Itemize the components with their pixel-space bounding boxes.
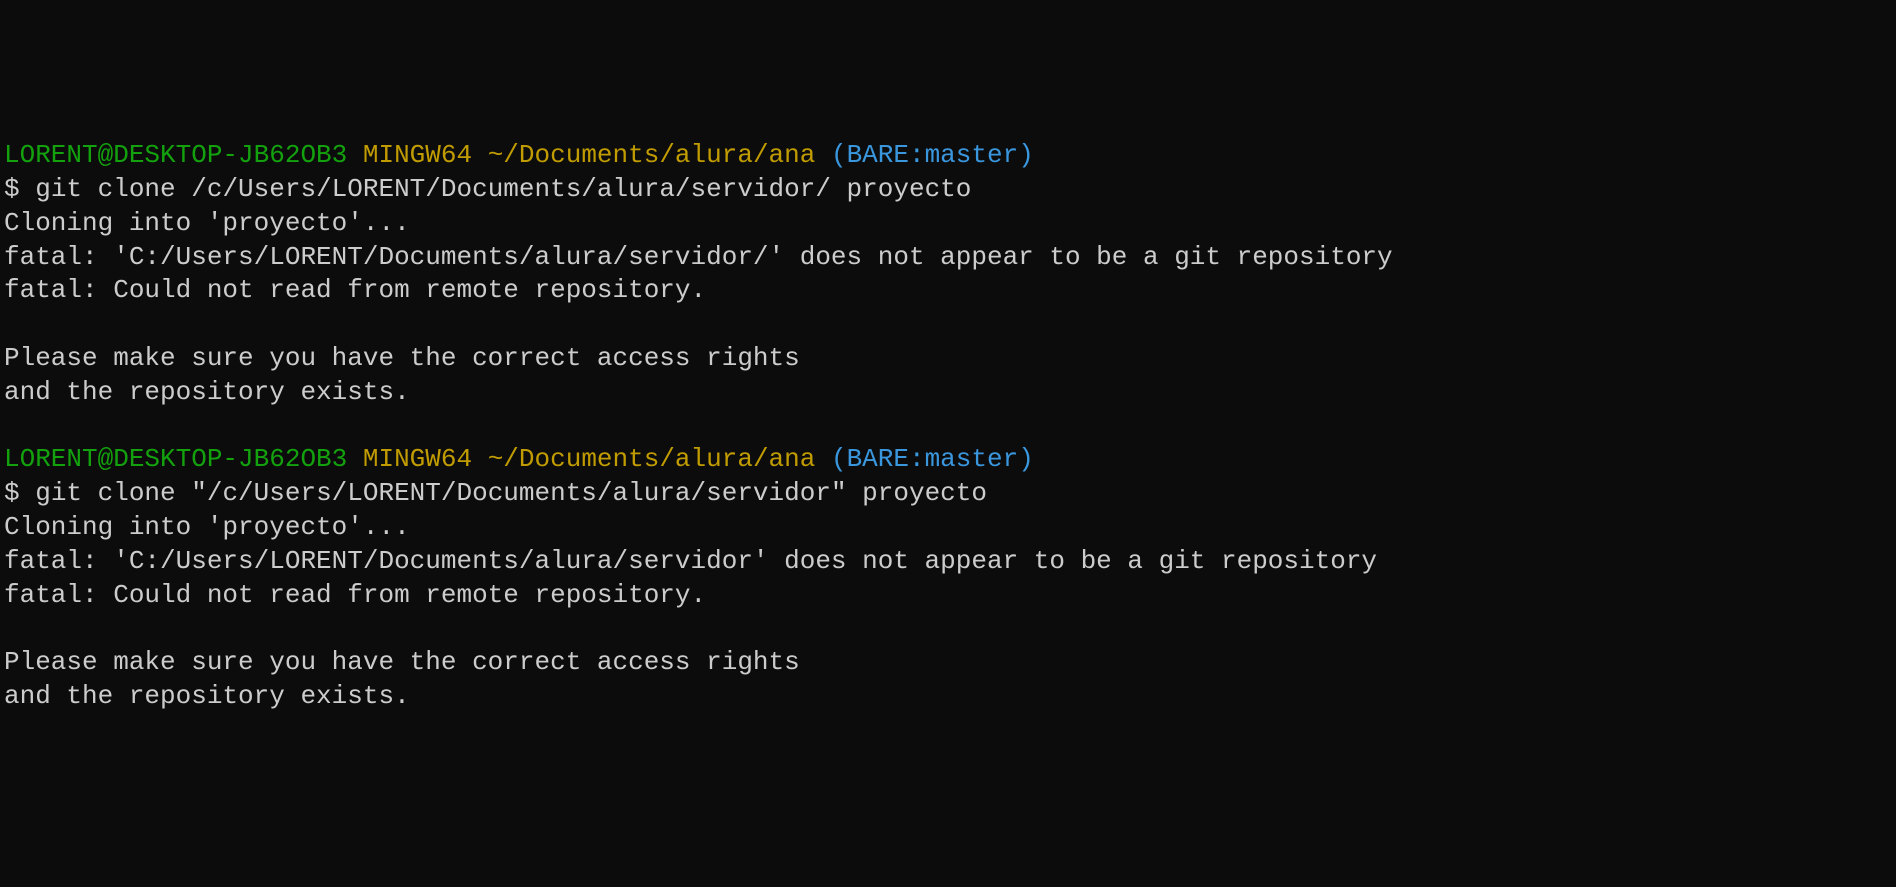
terminal-block-1[interactable]: LORENT@DESKTOP-JB62OB3 MINGW64 ~/Documen… — [4, 139, 1892, 409]
output-line: Please make sure you have the correct ac… — [4, 647, 800, 677]
prompt-user-host: LORENT@DESKTOP-JB62OB3 — [4, 444, 347, 474]
command-text: git clone "/c/Users/LORENT/Documents/alu… — [35, 478, 987, 508]
prompt-branch: (BARE:master) — [831, 140, 1034, 170]
command-prefix: $ — [4, 174, 35, 204]
command-text: git clone /c/Users/LORENT/Documents/alur… — [35, 174, 971, 204]
output-line: and the repository exists. — [4, 681, 410, 711]
output-line: fatal: 'C:/Users/LORENT/Documents/alura/… — [4, 546, 1377, 576]
output-line: and the repository exists. — [4, 377, 410, 407]
output-line: fatal: 'C:/Users/LORENT/Documents/alura/… — [4, 242, 1393, 272]
blank-separator — [4, 410, 1892, 444]
output-line: fatal: Could not read from remote reposi… — [4, 275, 706, 305]
output-line: Cloning into 'proyecto'... — [4, 208, 410, 238]
prompt-branch: (BARE:master) — [831, 444, 1034, 474]
command-prefix: $ — [4, 478, 35, 508]
prompt-env: MINGW64 — [363, 444, 472, 474]
prompt-env: MINGW64 — [363, 140, 472, 170]
prompt-path: ~/Documents/alura/ana — [488, 444, 816, 474]
terminal-block-2[interactable]: LORENT@DESKTOP-JB62OB3 MINGW64 ~/Documen… — [4, 443, 1892, 713]
output-line: Please make sure you have the correct ac… — [4, 343, 800, 373]
output-line: fatal: Could not read from remote reposi… — [4, 580, 706, 610]
prompt-path: ~/Documents/alura/ana — [488, 140, 816, 170]
prompt-user-host: LORENT@DESKTOP-JB62OB3 — [4, 140, 347, 170]
output-line: Cloning into 'proyecto'... — [4, 512, 410, 542]
